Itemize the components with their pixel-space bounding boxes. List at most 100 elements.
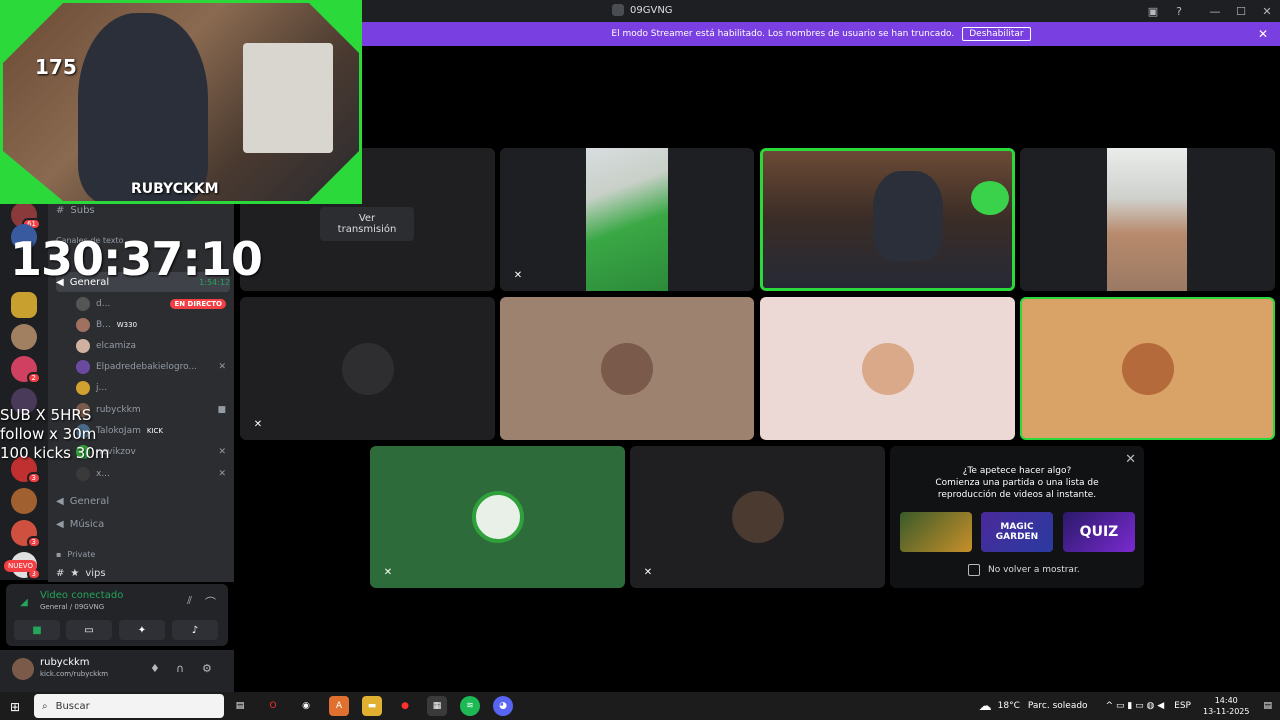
video-tile-user-1[interactable]: ✕ [240, 297, 495, 440]
voice-user[interactable]: d... EN DIRECTO [76, 294, 226, 314]
voice-user[interactable]: B... W330 [76, 315, 226, 335]
windows-start-icon[interactable]: ⊞ [10, 700, 20, 714]
avatar [76, 318, 90, 332]
help-icon[interactable]: ? [1166, 0, 1192, 22]
avatar [861, 342, 914, 395]
app-icon[interactable]: ● [395, 696, 415, 716]
unread-badge: 2 [26, 372, 41, 384]
activity-game-1[interactable] [900, 512, 972, 552]
video-tile-user-6[interactable]: ✕ [630, 446, 885, 588]
user-name: rubyckkm [40, 657, 90, 668]
microphone-icon[interactable]: ♦ [150, 662, 160, 675]
voice-location: General / 09GVNG [40, 603, 105, 611]
dont-show-again-checkbox[interactable]: No volver a mostrar. [968, 564, 1080, 576]
headphones-icon[interactable]: ∩ [176, 662, 184, 675]
avatar[interactable] [12, 658, 34, 680]
mic-muted-icon: ✕ [513, 269, 523, 281]
avatar [601, 342, 653, 395]
disable-streamer-button[interactable]: Deshabilitar [962, 27, 1031, 41]
voice-user[interactable]: Elpadredebakielogro... ✕ [76, 357, 226, 377]
overlay-rule-1: SUB X 5HRS [0, 406, 92, 424]
avatar [76, 381, 90, 395]
activity-game-quiz[interactable]: QUIZ [1063, 512, 1135, 552]
video-tile-user-2[interactable] [500, 297, 754, 440]
unread-badge: 3 [26, 536, 41, 548]
user-tag: KICK [146, 427, 164, 435]
speaker-icon: ◀ [56, 495, 64, 507]
video-tile-user-4-speaking[interactable] [1020, 297, 1275, 440]
user-name: B... [96, 320, 111, 330]
hashtag-icon: # [56, 567, 65, 579]
file-explorer-icon[interactable]: ▬ [362, 696, 382, 716]
notifications-icon[interactable]: ▤ [1263, 701, 1272, 711]
banner-close-icon[interactable]: ✕ [1258, 27, 1268, 41]
overlay-green-blob [971, 181, 1009, 215]
tray-icons[interactable]: ^ ▭ ▮ ▭ ◍ ◀ [1106, 701, 1165, 711]
noise-suppression-icon[interactable]: ⫽ [187, 594, 192, 608]
camera-feed [1107, 148, 1187, 291]
discord-icon[interactable]: ◕ [493, 696, 513, 716]
spotify-icon[interactable]: ≋ [460, 696, 480, 716]
voice-user[interactable]: rubyckkm ■ [76, 400, 226, 420]
language[interactable]: ESP [1174, 701, 1191, 711]
voice-user[interactable]: elcamiza [76, 336, 226, 356]
mic-muted-icon: ✕ [253, 418, 263, 430]
maximize-icon[interactable]: ☐ [1228, 0, 1254, 22]
soundboard-button[interactable]: ♪ [172, 620, 218, 640]
server-icon[interactable]: 2 [11, 356, 41, 384]
server-icon[interactable] [11, 488, 37, 514]
avatar [731, 491, 784, 543]
server-name: 09GVNG [630, 4, 673, 16]
server-icon-active[interactable] [11, 292, 37, 318]
muted-icon: ✕ [218, 447, 226, 457]
channel-name: Música [69, 518, 105, 530]
minimize-icon[interactable]: — [1202, 0, 1228, 22]
close-icon[interactable]: ✕ [1254, 0, 1280, 22]
store-icon[interactable]: ▦ [427, 696, 447, 716]
checkbox-box[interactable] [968, 564, 980, 576]
app-icon[interactable]: ◉ [296, 696, 316, 716]
voice-user[interactable]: x... ✕ [76, 464, 226, 484]
channel-name: vips [85, 567, 106, 579]
video-tile-camera-1[interactable]: ✕ [500, 148, 754, 291]
camera-button[interactable]: ■ [14, 620, 60, 640]
voice-user[interactable]: TalokoJam KICK [76, 421, 226, 441]
task-view-icon[interactable]: ▤ [230, 696, 250, 716]
disconnect-icon[interactable]: ⌒ [205, 594, 216, 610]
voice-connection-panel: ◢ Video conectado General / 09GVNG ⫽ ⌒ ■… [6, 584, 228, 646]
opera-icon[interactable]: O [263, 696, 283, 716]
muted-icon: ✕ [218, 469, 226, 479]
user-name: elcamiza [96, 341, 137, 351]
voice-channel-general-2[interactable]: ◀ General [56, 491, 230, 511]
taskbar-search[interactable]: ⌕ Buscar [34, 694, 224, 718]
app-icon[interactable]: A [329, 696, 349, 716]
video-tile-camera-2[interactable] [760, 148, 1015, 291]
new-badge: NUEVO [4, 560, 37, 572]
user-status: kick.com/rubyckkm [40, 670, 109, 678]
activities-button[interactable]: ✦ [119, 620, 165, 640]
clock[interactable]: 14:40 13-11-2025 [1203, 695, 1250, 717]
weather-icon: ☁ [978, 698, 992, 714]
video-tile-camera-3[interactable] [1020, 148, 1275, 291]
channel-vips[interactable]: # ★ vips [56, 563, 230, 583]
voice-user[interactable]: j... [76, 378, 226, 398]
screen-share-button[interactable]: ▭ [66, 620, 112, 640]
channel-name: General [69, 495, 110, 507]
voice-channel-musica[interactable]: ◀ Música [56, 514, 230, 534]
category-private[interactable]: ▪ Private [56, 544, 230, 564]
activity-game-magic-garden[interactable]: MAGIC GARDEN [981, 512, 1053, 552]
window-controls: ▣ ? — ☐ ✕ [1140, 0, 1280, 22]
avatar [76, 467, 90, 481]
avatar [1121, 342, 1174, 395]
server-icon[interactable]: 3 [11, 520, 41, 548]
inbox-icon[interactable]: ▣ [1140, 0, 1166, 22]
lock-icon: ▪ [56, 549, 62, 559]
mic-muted-icon: ✕ [383, 566, 393, 578]
system-tray: ☁ 18°C Parc. soleado ^ ▭ ▮ ▭ ◍ ◀ ESP 14:… [979, 692, 1280, 720]
star-icon: ★ [70, 567, 80, 579]
video-tile-user-5[interactable]: ✕ [370, 446, 625, 588]
server-icon[interactable] [11, 324, 37, 350]
gear-icon[interactable]: ⚙ [202, 662, 212, 675]
video-tile-user-3[interactable] [760, 297, 1015, 440]
avatar [76, 360, 90, 374]
